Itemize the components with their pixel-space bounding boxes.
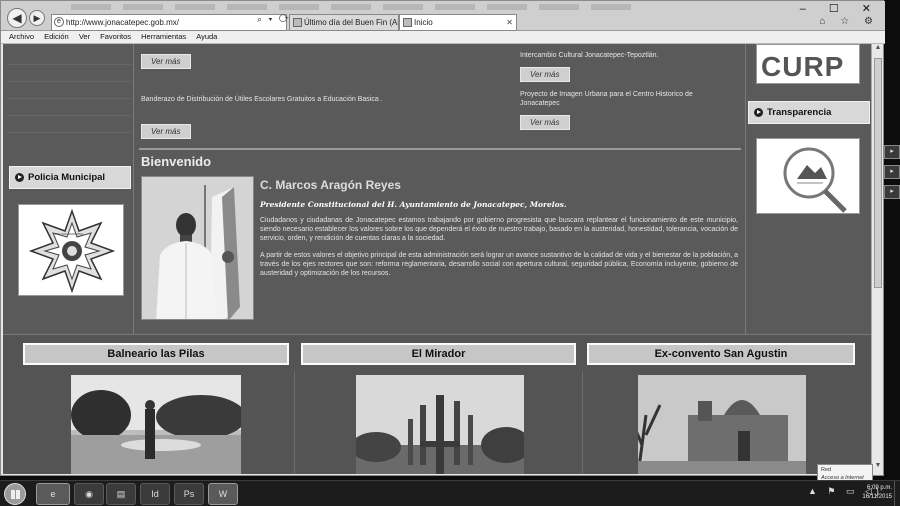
left-nav-stripes <box>7 48 131 133</box>
clock-date: 16/11/2015 <box>862 494 892 500</box>
scroll-down-icon[interactable]: ▼ <box>872 462 884 474</box>
transparencia-label: Transparencia <box>767 107 832 118</box>
policia-municipal-heading[interactable]: Policia Municipal <box>9 166 131 189</box>
menu-ver[interactable]: Ver <box>79 32 90 41</box>
close-tab-icon[interactable]: ✕ <box>506 15 513 30</box>
taskbar-explorer[interactable]: ▤ <box>106 483 136 505</box>
scrollbar-thumb[interactable] <box>874 58 882 288</box>
browser-toolbar-icons[interactable]: ⌂ ☆ ⚙ <box>819 16 879 27</box>
ver-mas-button[interactable]: Ver más <box>520 67 570 82</box>
browser-titlebar: ◀ ▶ e http://www.jonacatepec.gob.mx/ ⌕ ▾… <box>1 1 885 31</box>
tab-favicon <box>293 18 302 27</box>
welcome-heading: Bienvenido <box>141 154 212 169</box>
gallery-divider <box>582 371 583 474</box>
menu-bar: Archivo Edición Ver Favoritos Herramient… <box>1 31 885 44</box>
news-line: Proyecto de Imagen Urbana para el Centro… <box>520 91 693 98</box>
window-controls[interactable]: – ☐ ✕ <box>800 2 881 15</box>
transparencia-heading[interactable]: Transparencia <box>748 101 870 124</box>
gallery-title-balneario[interactable]: Balneario las Pilas <box>23 343 289 365</box>
divider-left <box>133 44 134 334</box>
taskbar-word[interactable]: W <box>208 483 238 505</box>
taskbar-firefox[interactable]: ◉ <box>74 483 104 505</box>
background-window-edge: ▸ <box>884 165 900 179</box>
background-window-edge: ▸ <box>884 145 900 159</box>
menu-ayuda[interactable]: Ayuda <box>196 32 217 41</box>
divider-right <box>745 44 746 334</box>
police-badge-image[interactable]: POLICIA MUNICIPAL <box>18 204 124 296</box>
show-desktop-button[interactable] <box>894 481 900 506</box>
ver-mas-button[interactable]: Ver más <box>141 54 191 69</box>
address-bar[interactable]: e http://www.jonacatepec.gob.mx/ <box>51 14 287 31</box>
menu-edicion[interactable]: Edición <box>44 32 69 41</box>
news-line: Jonacatepec <box>520 100 560 107</box>
news-intercambio-text[interactable]: Intercambio Cultural Jonacatepec-Tepoztl… <box>520 51 740 60</box>
tab-label: Último día del Buen Fin (Aprov... <box>304 18 398 27</box>
back-button[interactable]: ◀ <box>7 8 27 28</box>
badge-text: POLICIA MUNICIPAL <box>55 232 84 236</box>
forward-button[interactable]: ▶ <box>29 10 45 26</box>
taskbar: e ◉ ▤ Id Ps W ▲ ⚑ ▭ ◁) 6:09 p.m. 16/11/2… <box>0 480 900 506</box>
background-window-edge: ▸ <box>884 185 900 199</box>
mayor-photo <box>141 176 254 320</box>
tourism-gallery: Balneario las Pilas El Mirador Ex-conven… <box>3 334 871 474</box>
news-imagen-urbana-text[interactable]: Proyecto de Imagen Urbana para el Centro… <box>520 90 740 108</box>
gallery-divider <box>294 371 295 474</box>
mayor-name: C. Marcos Aragón Reyes <box>260 178 401 192</box>
menu-archivo[interactable]: Archivo <box>9 32 34 41</box>
page-scrollbar[interactable]: ▲ ▼ <box>871 44 883 474</box>
taskbar-ie[interactable]: e <box>36 483 70 505</box>
ie-site-icon: e <box>54 17 64 27</box>
photo-balneario[interactable] <box>71 375 241 474</box>
clock-time: 6:09 p.m. <box>866 485 892 491</box>
tab-favicon <box>403 18 412 27</box>
gallery-title-mirador[interactable]: El Mirador <box>301 343 576 365</box>
play-bullet-icon <box>15 173 24 182</box>
welcome-paragraph-2: A partir de estos valores el objetivo pr… <box>260 252 738 277</box>
scroll-up-icon[interactable]: ▲ <box>872 44 884 56</box>
section-divider <box>139 148 741 150</box>
tab-inicio[interactable]: Inicio ✕ <box>399 14 517 31</box>
tab-label: Inicio <box>414 18 433 27</box>
web-content: Ver más Banderazo de Distribución de Úti… <box>3 44 871 474</box>
taskbar-clock[interactable]: 6:09 p.m. 16/11/2015 <box>846 484 892 502</box>
transparency-banner[interactable] <box>756 138 860 214</box>
curp-label: CURP <box>761 51 845 82</box>
photo-exconvento[interactable] <box>638 375 806 474</box>
start-button[interactable] <box>4 483 26 505</box>
taskbar-indesign[interactable]: Id <box>140 483 170 505</box>
photo-mirador[interactable] <box>356 375 524 474</box>
menu-favoritos[interactable]: Favoritos <box>100 32 131 41</box>
browser-window: ◀ ▶ e http://www.jonacatepec.gob.mx/ ⌕ ▾… <box>0 0 885 476</box>
taskbar-photoshop[interactable]: Ps <box>174 483 204 505</box>
news-utiles-text[interactable]: Banderazo de Distribución de Útiles Esco… <box>141 95 501 104</box>
ver-mas-button[interactable]: Ver más <box>141 124 191 139</box>
policia-municipal-label: Policia Municipal <box>28 172 106 183</box>
ver-mas-button[interactable]: Ver más <box>520 115 570 130</box>
menu-herramientas[interactable]: Herramientas <box>141 32 186 41</box>
gallery-title-exconvento[interactable]: Ex-convento San Agustin <box>587 343 855 365</box>
tooltip-title: Red <box>821 467 832 473</box>
mayor-role: Presidente Constitucional del H. Ayuntam… <box>260 200 567 209</box>
play-bullet-icon <box>754 108 763 117</box>
ghost-toolbar <box>71 4 631 10</box>
tab-buen-fin[interactable]: Último día del Buen Fin (Aprov... <box>289 14 399 31</box>
address-text: http://www.jonacatepec.gob.mx/ <box>66 18 179 27</box>
welcome-paragraph-1: Ciudadanos y ciudadanas de Jonacatepec e… <box>260 217 738 242</box>
curp-banner[interactable]: CURP <box>756 44 860 84</box>
